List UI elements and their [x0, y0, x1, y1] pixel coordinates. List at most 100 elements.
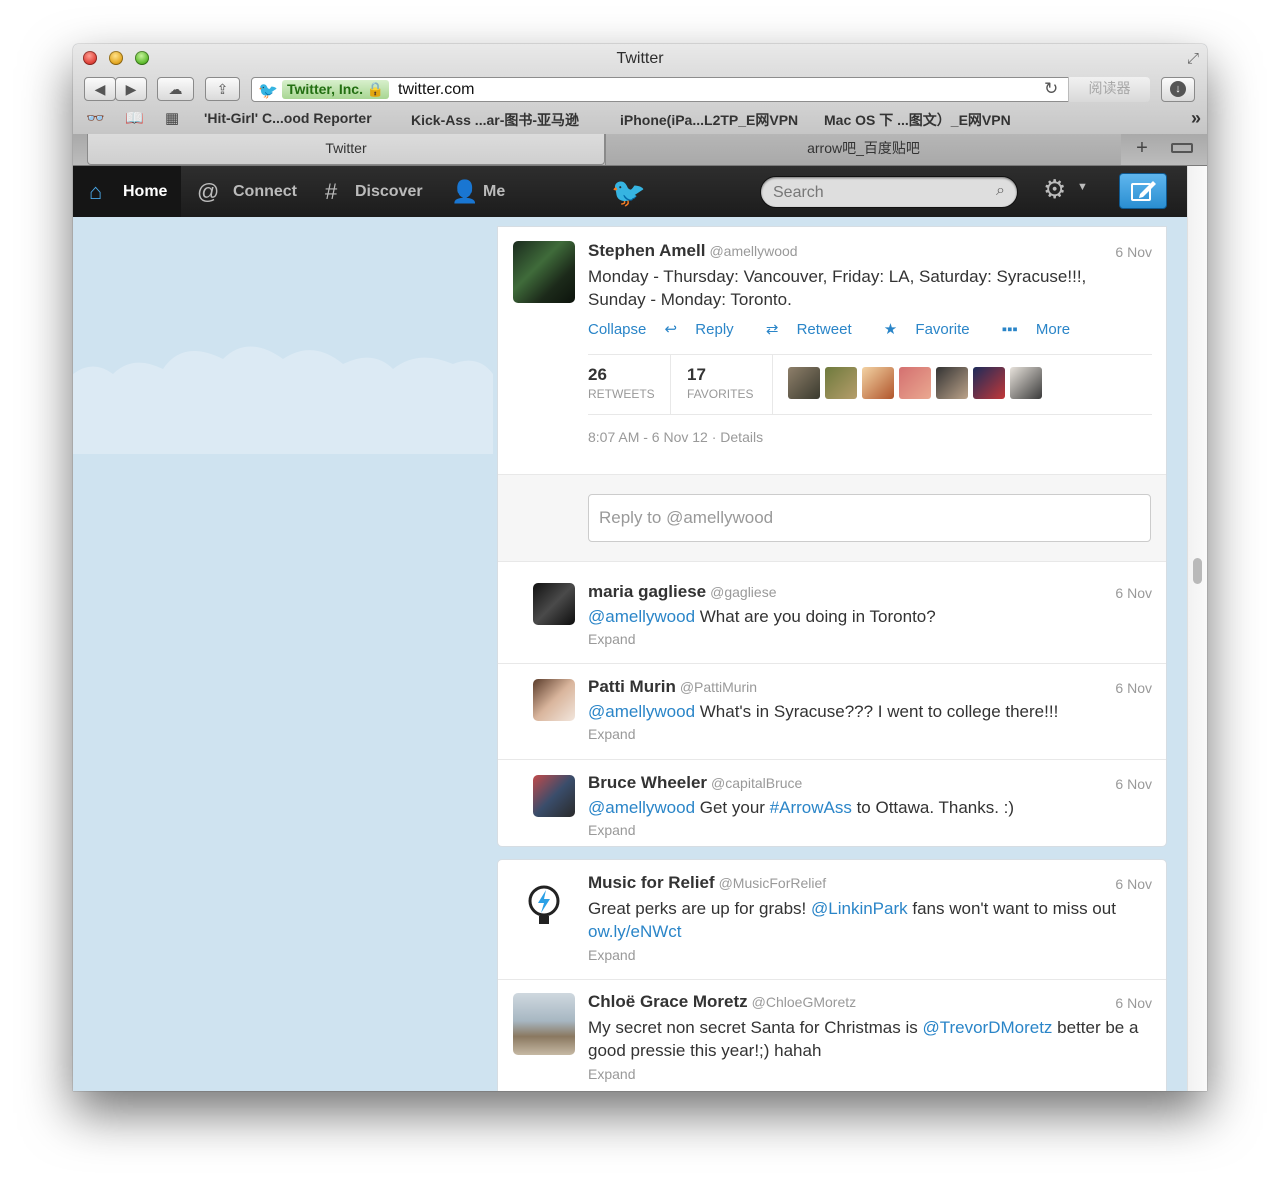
bookmarks-icon[interactable]: 📖	[125, 109, 144, 127]
tweet-time[interactable]: 6 Nov	[1115, 585, 1152, 601]
nav-discover[interactable]: # Discover	[323, 166, 433, 217]
page-scrollbar[interactable]	[1187, 166, 1207, 1091]
top-sites-icon[interactable]: ▦	[165, 109, 179, 127]
divider	[772, 355, 773, 415]
ev-certificate-badge[interactable]: Twitter, Inc. 🔒	[282, 80, 390, 99]
search-input[interactable]	[771, 181, 985, 205]
tab-arrow[interactable]: arrow吧_百度贴吧	[605, 134, 1121, 165]
avatar[interactable]	[788, 367, 820, 399]
downloads-button[interactable]: ↓	[1161, 77, 1195, 102]
reply-icon: ↩	[664, 321, 682, 338]
favorites-stat[interactable]: 17 FAVORITES	[687, 365, 753, 401]
url-link[interactable]: ow.ly/eNWct	[588, 922, 682, 941]
compose-icon	[1131, 181, 1156, 201]
avatar[interactable]	[513, 993, 575, 1055]
scrollbar-thumb[interactable]	[1193, 558, 1202, 584]
search-icon[interactable]: ⌕	[996, 182, 1005, 200]
reload-icon[interactable]: ↻	[1044, 79, 1058, 99]
icloud-tabs-button[interactable]: ☁	[157, 77, 194, 101]
expand-link[interactable]: Expand	[588, 726, 635, 742]
avatar[interactable]	[533, 775, 575, 817]
mention-link[interactable]: @LinkinPark	[811, 899, 908, 918]
share-icon: ⇪	[216, 81, 229, 97]
caret-down-icon[interactable]: ▼	[1077, 181, 1088, 193]
tweet-text: Monday - Thursday: Vancouver, Friday: LA…	[588, 267, 1087, 309]
forward-icon: ▶	[125, 81, 137, 97]
share-button[interactable]: ⇪	[205, 77, 240, 101]
tweet-author[interactable]: maria gagliese @gagliese	[588, 582, 777, 602]
bookmark-item[interactable]: Mac OS 下 ...图文）_E网VPN	[824, 110, 1011, 130]
reader-button[interactable]: 阅读器	[1068, 77, 1150, 102]
avatar[interactable]	[1010, 367, 1042, 399]
bookmark-item[interactable]: Kick-Ass ...ar-图书-亚马逊	[411, 110, 579, 130]
tweet-time[interactable]: 6 Nov	[1115, 244, 1152, 260]
avatar[interactable]	[513, 241, 575, 303]
expand-link[interactable]: Expand	[588, 631, 635, 647]
avatar[interactable]	[533, 679, 575, 721]
tweet-author[interactable]: Patti Murin @PattiMurin	[588, 677, 757, 697]
tweet-time[interactable]: 6 Nov	[1115, 995, 1152, 1011]
avatar[interactable]	[513, 873, 575, 935]
chevron-right-icon[interactable]: »	[1191, 108, 1201, 129]
mention-link[interactable]: @amellywood	[588, 607, 695, 626]
address-bar[interactable]: 🐦 Twitter, Inc. 🔒 twitter.com ↻ 阅读器	[251, 77, 1150, 102]
avatar[interactable]	[862, 367, 894, 399]
search-box: ⌕	[760, 176, 1018, 208]
reply-input[interactable]	[588, 494, 1151, 542]
tweet-stats: 26 RETWEETS 17 FAVORITES	[588, 354, 1152, 415]
forward-button[interactable]: ▶	[115, 77, 147, 101]
avatar[interactable]	[825, 367, 857, 399]
tweet-time[interactable]: 6 Nov	[1115, 876, 1152, 892]
reply-tweet[interactable]: maria gagliese @gagliese 6 Nov @amellywoo…	[498, 562, 1166, 663]
nav-home[interactable]: ⌂ Home	[73, 166, 181, 217]
tweet-expanded[interactable]: Stephen Amell @amellywood 6 Nov Monday - …	[498, 227, 1166, 474]
tweet-author[interactable]: Stephen Amell @amellywood	[588, 241, 798, 261]
collapse-link[interactable]: Collapse	[588, 321, 646, 338]
more-button[interactable]: ▪▪▪ More	[1002, 321, 1084, 338]
url-text[interactable]: twitter.com	[398, 81, 474, 99]
twitter-logo-icon[interactable]: 🐦	[611, 176, 646, 209]
avatar[interactable]	[973, 367, 1005, 399]
back-button[interactable]: ◀	[84, 77, 116, 101]
reading-list-icon[interactable]: 👓	[86, 109, 105, 127]
reply-tweet[interactable]: Bruce Wheeler @capitalBruce 6 Nov @amelly…	[498, 759, 1166, 847]
tweet-author[interactable]: Chloë Grace Moretz @ChloeGMoretz	[588, 992, 856, 1012]
bookmark-item[interactable]: 'Hit-Girl' C...ood Reporter	[204, 110, 372, 126]
window-title: Twitter	[616, 50, 664, 67]
hashtag-link[interactable]: #ArrowAss	[770, 798, 852, 817]
reply-tweet[interactable]: Patti Murin @PattiMurin 6 Nov @amellywood…	[498, 663, 1166, 759]
bookmark-item[interactable]: iPhone(iPa...L2TP_E网VPN	[620, 110, 798, 130]
tweet-author[interactable]: Bruce Wheeler @capitalBruce	[588, 773, 802, 793]
lightbulb-icon	[528, 885, 560, 924]
mention-link[interactable]: @amellywood	[588, 702, 695, 721]
tab-twitter[interactable]: Twitter	[87, 134, 605, 165]
reply-button[interactable]: ↩ Reply	[665, 321, 748, 338]
avatar[interactable]	[899, 367, 931, 399]
favorite-button[interactable]: ★ Favorite	[884, 321, 984, 338]
cloud-icon: ☁	[168, 81, 183, 97]
compose-tweet-button[interactable]	[1119, 173, 1167, 209]
nav-me[interactable]: 👤 Me	[449, 166, 519, 217]
tweet-time[interactable]: 6 Nov	[1115, 776, 1152, 792]
tweet-text: @amellywood What's in Syracuse??? I went…	[588, 702, 1059, 721]
tweet-time[interactable]: 6 Nov	[1115, 680, 1152, 696]
tweet-author[interactable]: Music for Relief @MusicForRelief	[588, 873, 826, 893]
tab-view-icon[interactable]	[1171, 143, 1193, 153]
retweets-stat[interactable]: 26 RETWEETS	[588, 365, 655, 401]
mention-link[interactable]: @TrevorDMoretz	[922, 1018, 1052, 1037]
avatar[interactable]	[533, 583, 575, 625]
nav-connect[interactable]: @ Connect	[195, 166, 305, 217]
expand-link[interactable]: Expand	[588, 1066, 635, 1082]
tweet-timestamp[interactable]: 8:07 AM - 6 Nov 12 · Details	[588, 429, 763, 445]
fullscreen-icon[interactable]: ⤢	[1187, 50, 1199, 67]
timeline-tweet[interactable]: Music for Relief @MusicForRelief 6 Nov Gr…	[498, 860, 1166, 979]
expand-link[interactable]: Expand	[588, 822, 635, 838]
avatar[interactable]	[936, 367, 968, 399]
expand-link[interactable]: Expand	[588, 947, 635, 963]
mention-link[interactable]: @amellywood	[588, 798, 695, 817]
new-tab-button[interactable]: +	[1127, 137, 1157, 160]
retweet-button[interactable]: ⇄ Retweet	[766, 321, 866, 338]
gear-icon[interactable]: ⚙	[1043, 174, 1066, 205]
timeline-tweet[interactable]: Chloë Grace Moretz @ChloeGMoretz 6 Nov My…	[498, 979, 1166, 1091]
at-icon: @	[197, 179, 220, 204]
